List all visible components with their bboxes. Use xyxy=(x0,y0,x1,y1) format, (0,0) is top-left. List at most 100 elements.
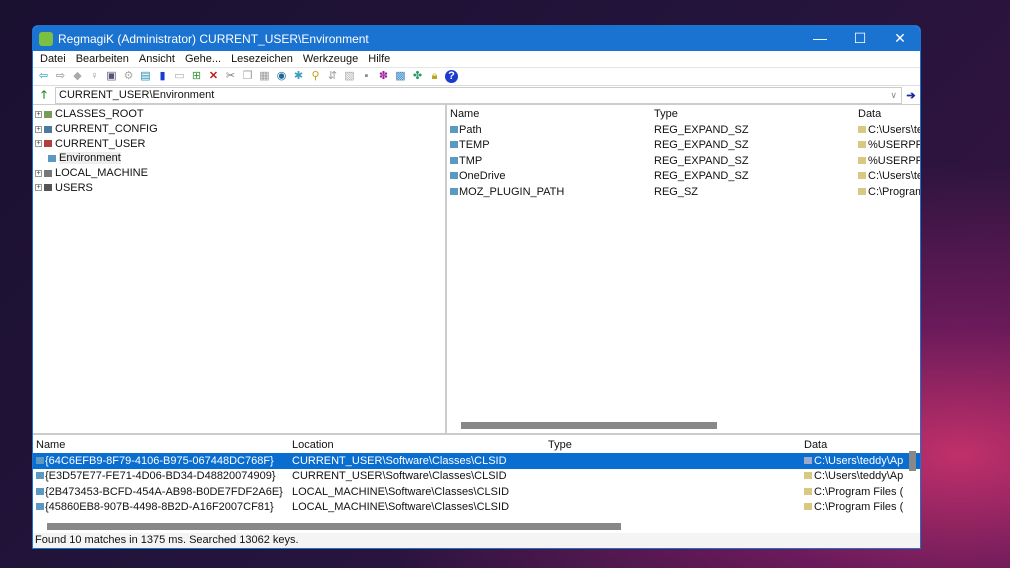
data-icon xyxy=(804,503,812,511)
folder-icon[interactable]: ▭ xyxy=(173,70,186,83)
add-icon[interactable]: ⊞ xyxy=(190,70,203,83)
close-button[interactable]: ✕ xyxy=(880,30,920,47)
results-header: Name Location Type Data xyxy=(33,437,920,453)
expand-icon[interactable]: + xyxy=(35,169,42,177)
result-row[interactable]: {64C6EFB9-8F79-4106-B975-067448DC768F} CU… xyxy=(33,453,920,469)
value-icon xyxy=(450,156,458,164)
paste-icon[interactable]: ▦ xyxy=(258,70,271,83)
menu-hilfe[interactable]: Hilfe xyxy=(363,53,395,65)
column-name[interactable]: Name xyxy=(33,439,289,451)
menu-ansicht[interactable]: Ansicht xyxy=(134,53,180,65)
column-location[interactable]: Location xyxy=(289,439,545,451)
value-row[interactable]: OneDriveREG_EXPAND_SZC:\Users\tec xyxy=(447,169,920,185)
new-key-icon[interactable]: ▤ xyxy=(139,70,152,83)
value-row[interactable]: PathREG_EXPAND_SZC:\Users\tec xyxy=(447,122,920,138)
lamp-icon[interactable]: ♀ xyxy=(88,70,101,83)
data-icon xyxy=(858,125,866,133)
column-name[interactable]: Name xyxy=(447,108,651,120)
column-data[interactable]: Data xyxy=(855,108,920,120)
menu-datei[interactable]: Datei xyxy=(35,53,71,65)
result-row[interactable]: {45860EB8-907B-4498-8B2D-A16F2007CF81} LO… xyxy=(33,500,920,516)
data-icon xyxy=(858,172,866,180)
title-bar: RegmagiK (Administrator) CURRENT_USER\En… xyxy=(33,26,920,51)
chevron-down-icon[interactable]: ∨ xyxy=(890,90,897,101)
tree-node-local-machine[interactable]: + LOCAL_MACHINE xyxy=(33,166,445,181)
value-row[interactable]: MOZ_PLUGIN_PATH REG_SZ C:\Program xyxy=(447,184,920,200)
tree-node-classes-root[interactable]: + CLASSES_ROOT xyxy=(33,107,445,122)
menu-gehe[interactable]: Gehe... xyxy=(180,53,226,65)
registry-tree: + CLASSES_ROOT + CURRENT_CONFIG + CURRENT_U… xyxy=(33,105,447,433)
data-icon xyxy=(804,472,812,480)
key-icon xyxy=(36,487,44,495)
value-icon xyxy=(450,141,458,149)
regmagik-icon[interactable]: ✤ xyxy=(411,70,424,83)
delete-icon[interactable]: ✕ xyxy=(207,70,220,83)
status-bar: Found 10 matches in 1375 ms. Searched 13… xyxy=(33,533,920,548)
column-type[interactable]: Type xyxy=(651,108,855,120)
gears-icon[interactable]: ⚙ xyxy=(122,70,135,83)
globe-icon[interactable]: ◉ xyxy=(275,70,288,83)
user-hive-icon xyxy=(44,140,52,148)
maximize-button[interactable]: ☐ xyxy=(840,30,880,47)
flower-icon[interactable]: ✽ xyxy=(377,70,390,83)
bookmark-icon[interactable]: ▮ xyxy=(156,70,169,83)
address-bar: 🡑 CURRENT_USER\Environment ∨ ➔ xyxy=(33,86,920,105)
search-results-list: Name Location Type Data {64C6EFB9-8F79-4… xyxy=(33,433,920,535)
tree-node-current-config[interactable]: + CURRENT_CONFIG xyxy=(33,122,445,137)
app-logo-icon xyxy=(39,31,53,46)
cut-icon[interactable]: ✂ xyxy=(224,70,237,83)
regedit-icon[interactable]: ✱ xyxy=(292,70,305,83)
value-row[interactable]: TEMPREG_EXPAND_SZ%USERPRO xyxy=(447,138,920,154)
value-row[interactable]: TMPREG_EXPAND_SZ%USERPRO xyxy=(447,153,920,169)
tree-node-current-user[interactable]: + CURRENT_USER xyxy=(33,136,445,151)
horizontal-scrollbar[interactable] xyxy=(461,422,717,429)
minimize-button[interactable]: — xyxy=(800,30,840,47)
expand-icon[interactable]: + xyxy=(35,110,42,118)
menu-bar: Datei Bearbeiten Ansicht Gehe... Lesezei… xyxy=(33,51,920,68)
toolbar: ⇦ ⇨ ◆ ♀ ▣ ⚙ ▤ ▮ ▭ ⊞ ✕ ✂ ❐ ▦ ◉ ✱ ⚲ ⇵ ▧ ▪ … xyxy=(33,68,920,86)
result-row[interactable]: {2B473453-BCFD-454A-AB98-B0DE7FDF2A6E} LO… xyxy=(33,484,920,500)
data-icon xyxy=(858,187,866,195)
values-header: Name Type Data xyxy=(447,106,920,122)
column-type[interactable]: Type xyxy=(545,439,801,451)
data-icon xyxy=(858,141,866,149)
go-arrow-icon[interactable]: ➔ xyxy=(902,89,920,102)
data-icon xyxy=(804,487,812,495)
expand-icon[interactable]: + xyxy=(35,184,42,192)
key-icon xyxy=(36,472,44,480)
lock-icon[interactable]: 🔒︎ xyxy=(428,70,441,83)
value-icon xyxy=(450,172,458,180)
key-icon xyxy=(48,154,56,162)
values-list: Name Type Data Path REG_EXPAND_SZ C:\Users… xyxy=(447,105,920,433)
image-icon[interactable]: ▩ xyxy=(394,70,407,83)
forward-icon[interactable]: ⇨ xyxy=(54,70,67,83)
export-icon[interactable]: ▧ xyxy=(343,70,356,83)
tool-icon[interactable]: ◆ xyxy=(71,70,84,83)
copy-icon[interactable]: ❐ xyxy=(241,70,254,83)
expand-icon[interactable]: + xyxy=(35,125,42,133)
menu-bearbeiten[interactable]: Bearbeiten xyxy=(71,53,134,65)
help-icon[interactable]: ? xyxy=(445,70,458,83)
data-icon xyxy=(804,456,812,464)
menu-werkzeuge[interactable]: Werkzeuge xyxy=(298,53,363,65)
vertical-scrollbar[interactable] xyxy=(909,451,916,471)
tree-node-environment[interactable]: Environment xyxy=(33,151,445,166)
result-row[interactable]: {E3D57E77-FE71-4D06-BD34-D48820074909} CU… xyxy=(33,469,920,485)
app-window: RegmagiK (Administrator) CURRENT_USER\En… xyxy=(32,25,921,549)
window-title: RegmagiK (Administrator) CURRENT_USER\En… xyxy=(58,31,369,46)
horizontal-scrollbar[interactable] xyxy=(47,523,621,530)
up-arrow-icon[interactable]: 🡑 xyxy=(33,86,55,105)
back-icon[interactable]: ⇦ xyxy=(37,70,50,83)
hive-icon xyxy=(44,169,52,177)
expand-icon[interactable]: + xyxy=(35,140,42,148)
address-input[interactable]: CURRENT_USER\Environment ∨ xyxy=(55,86,902,104)
tree-node-users[interactable]: + USERS xyxy=(33,180,445,195)
sort-icon[interactable]: ⇵ xyxy=(326,70,339,83)
find-icon[interactable]: ⚲ xyxy=(309,70,322,83)
computer-icon[interactable]: ▣ xyxy=(105,70,118,83)
save-icon[interactable]: ▪ xyxy=(360,70,373,83)
data-icon xyxy=(858,156,866,164)
value-icon xyxy=(450,125,458,133)
menu-lesezeichen[interactable]: Lesezeichen xyxy=(226,53,298,65)
column-data[interactable]: Data xyxy=(801,439,903,451)
